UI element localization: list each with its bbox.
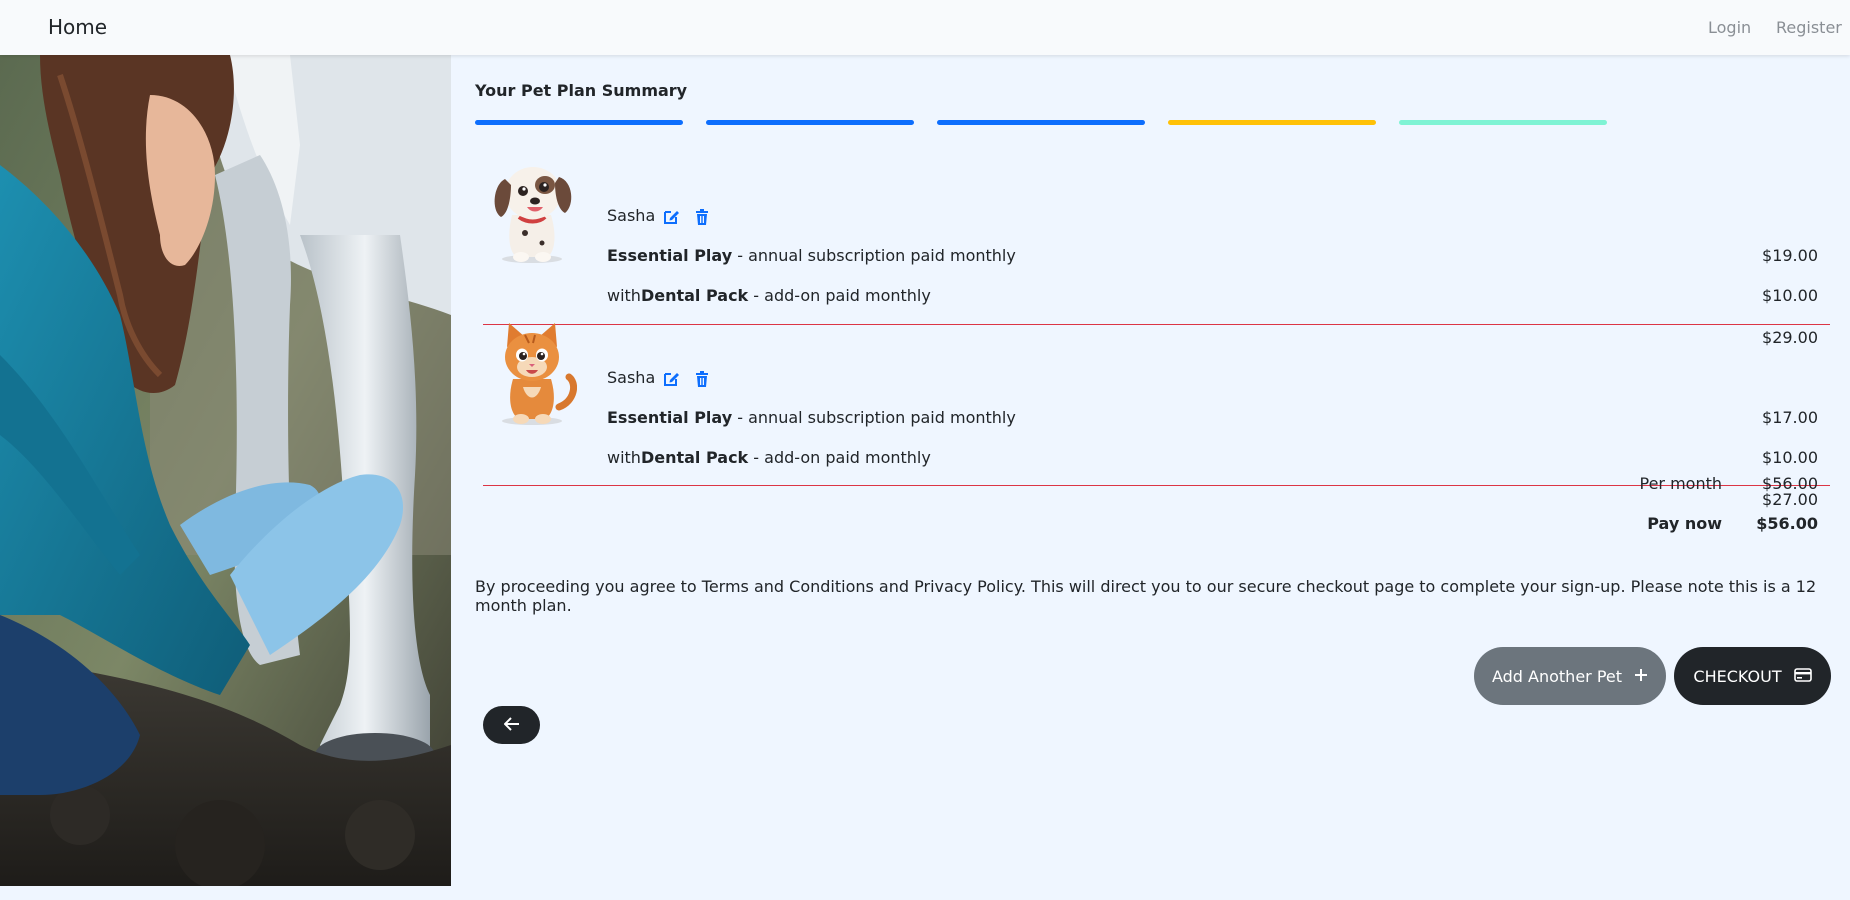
top-navbar: Home Login Register bbox=[0, 0, 1850, 55]
pet-name: Sasha bbox=[607, 368, 656, 387]
nav-register-link[interactable]: Register bbox=[1776, 18, 1842, 37]
plan-name: Essential Play bbox=[607, 408, 733, 427]
pet-name: Sasha bbox=[607, 206, 656, 225]
back-button[interactable] bbox=[483, 706, 540, 744]
pet-card: Sasha Essential Play - annual subscripti… bbox=[451, 155, 1850, 347]
pay-now-value: $56.00 bbox=[1756, 514, 1818, 533]
addon-name: Dental Pack bbox=[640, 286, 749, 305]
divider bbox=[483, 485, 1830, 486]
per-month-label: Per month bbox=[1639, 474, 1722, 493]
plan-description: - annual subscription paid monthly bbox=[732, 246, 1016, 265]
per-month-value: $56.00 bbox=[1762, 474, 1818, 493]
terms-disclaimer: By proceeding you agree to Terms and Con… bbox=[475, 577, 1817, 615]
add-another-pet-button[interactable]: Add Another Pet bbox=[1474, 647, 1666, 705]
arrow-left-icon bbox=[503, 716, 520, 734]
plan-line: Essential Play - annual subscription pai… bbox=[607, 408, 1016, 427]
addon-price: $10.00 bbox=[1762, 448, 1818, 467]
addon-line: withDental Pack - add-on paid monthly bbox=[607, 448, 931, 467]
nav-home-link[interactable]: Home bbox=[48, 15, 107, 39]
plan-price: $17.00 bbox=[1762, 408, 1818, 427]
plan-price: $19.00 bbox=[1762, 246, 1818, 265]
edit-icon[interactable] bbox=[662, 370, 680, 388]
plan-summary-panel: Your Pet Plan Summary Sasha Essential Pl… bbox=[451, 55, 1850, 900]
plan-description: - annual subscription paid monthly bbox=[732, 408, 1016, 427]
progress-step-1 bbox=[475, 120, 683, 125]
addon-prefix: with bbox=[607, 286, 641, 305]
progress-step-3 bbox=[937, 120, 1145, 125]
plus-icon bbox=[1634, 667, 1648, 686]
page-title: Your Pet Plan Summary bbox=[475, 81, 688, 100]
hero-photo-vet-with-horse bbox=[0, 55, 451, 886]
addon-name: Dental Pack bbox=[640, 448, 749, 467]
add-another-pet-label: Add Another Pet bbox=[1491, 666, 1623, 686]
edit-icon[interactable] bbox=[662, 208, 680, 226]
addon-description: - add-on paid monthly bbox=[748, 448, 931, 467]
pay-now-label: Pay now bbox=[1647, 514, 1722, 533]
checkout-label: CHECKOUT bbox=[1693, 666, 1782, 686]
plan-line: Essential Play - annual subscription pai… bbox=[607, 246, 1016, 265]
plan-name: Essential Play bbox=[607, 246, 733, 265]
checkout-button[interactable]: CHECKOUT bbox=[1674, 647, 1831, 705]
progress-step-4 bbox=[1168, 120, 1376, 125]
addon-prefix: with bbox=[607, 448, 641, 467]
kitten-avatar bbox=[502, 323, 577, 425]
puppy-avatar bbox=[494, 167, 572, 263]
nav-login-link[interactable]: Login bbox=[1708, 18, 1751, 37]
progress-step-2 bbox=[706, 120, 914, 125]
addon-line: withDental Pack - add-on paid monthly bbox=[607, 286, 931, 305]
progress-step-5 bbox=[1399, 120, 1607, 125]
addon-description: - add-on paid monthly bbox=[748, 286, 931, 305]
credit-card-icon bbox=[1793, 667, 1812, 686]
addon-price: $10.00 bbox=[1762, 286, 1818, 305]
trash-icon[interactable] bbox=[693, 370, 711, 388]
trash-icon[interactable] bbox=[693, 208, 711, 226]
